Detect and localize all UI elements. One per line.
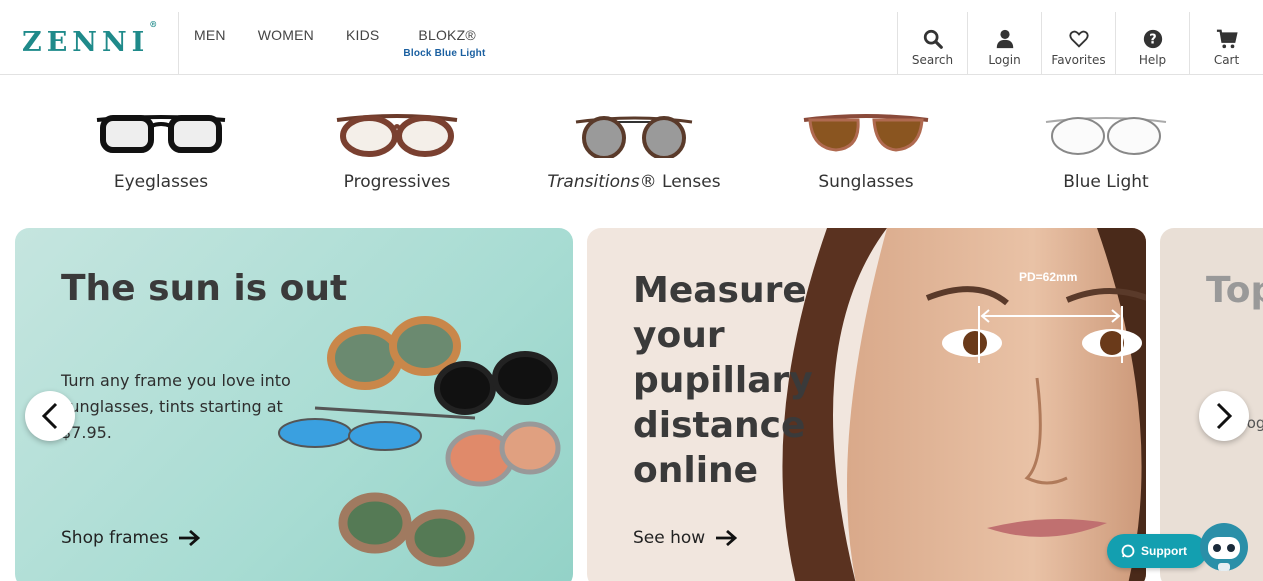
nav-men[interactable]: MEN — [194, 27, 226, 43]
favorites-label: Favorites — [1051, 53, 1106, 67]
cart-label: Cart — [1213, 53, 1240, 67]
help-button[interactable]: ? Help — [1115, 12, 1189, 74]
login-label: Login — [988, 53, 1021, 67]
main-nav: MEN WOMEN KIDS BLOKZ® Block Blue Light — [194, 27, 508, 59]
support-label: Support — [1141, 544, 1187, 558]
slide-sun-text: Turn any frame you love into sunglasses,… — [61, 371, 291, 442]
shop-frames-link[interactable]: Shop frames — [61, 528, 201, 548]
slide-sun-title: The sun is out — [61, 268, 348, 309]
transitions-suffix: Lenses — [656, 172, 721, 192]
progressives-image — [336, 114, 458, 157]
category-transitions[interactable]: Transitions® Lenses — [534, 108, 734, 192]
category-eyeglasses[interactable]: Eyeglasses — [61, 108, 261, 192]
heart-icon — [1068, 30, 1089, 48]
nav-kids[interactable]: KIDS — [346, 27, 379, 43]
logo-text: ZENNI — [22, 27, 150, 58]
category-sunglasses-label: Sunglasses — [818, 172, 914, 192]
slide-progressives-title: Top Pro — [1206, 270, 1263, 311]
cart-button[interactable]: Cart — [1189, 12, 1263, 74]
pd-badge: PD=62mm — [1019, 270, 1078, 284]
promo-carousel: The sun is out Turn any frame you love i… — [0, 228, 1263, 581]
carousel-prev-button[interactable] — [25, 391, 75, 441]
svg-text:?: ? — [1149, 33, 1156, 48]
nav-blokz[interactable]: BLOKZ® Block Blue Light — [403, 27, 485, 59]
category-eyeglasses-label: Eyeglasses — [113, 172, 209, 192]
category-sunglasses[interactable]: Sunglasses — [766, 108, 966, 192]
cart-icon — [1216, 29, 1238, 49]
sunglasses-image — [803, 114, 929, 152]
eyeglasses-image — [96, 115, 226, 153]
favorites-button[interactable]: Favorites — [1041, 12, 1115, 74]
search-button[interactable]: Search — [897, 12, 967, 74]
blue-light-image — [1045, 117, 1167, 155]
category-progressives-label: Progressives — [343, 172, 451, 192]
carousel-next-button[interactable] — [1199, 391, 1249, 441]
support-button[interactable]: Support — [1107, 534, 1207, 568]
see-how-link[interactable]: See how — [633, 528, 738, 548]
chevron-left-icon — [41, 402, 58, 430]
login-button[interactable]: Login — [967, 12, 1041, 74]
logo-divider — [178, 12, 179, 74]
help-icon: ? — [1143, 29, 1162, 49]
site-header: ZENNI® MEN WOMEN KIDS BLOKZ® Block Blue … — [0, 0, 1263, 75]
user-icon — [996, 29, 1013, 49]
nav-women[interactable]: WOMEN — [258, 27, 314, 43]
support-bot-avatar[interactable] — [1196, 519, 1252, 575]
category-blue-light[interactable]: Blue Light — [1006, 108, 1206, 192]
chat-icon — [1121, 544, 1135, 558]
arrow-right-icon — [716, 530, 738, 546]
category-transitions-label: Transitions® Lenses — [547, 172, 720, 192]
slide-sun[interactable]: The sun is out Turn any frame you love i… — [15, 228, 573, 581]
nav-blokz-label: BLOKZ® — [418, 27, 476, 43]
see-how-label: See how — [633, 528, 706, 548]
help-label: Help — [1138, 53, 1167, 67]
transitions-image — [575, 116, 693, 158]
search-icon — [923, 29, 943, 49]
logo-registered-mark: ® — [149, 19, 158, 29]
chevron-right-icon — [1216, 402, 1233, 430]
arrow-right-icon — [179, 530, 201, 546]
category-row: Eyeglasses Progressives Transitions® Len… — [0, 108, 1263, 208]
transitions-brand: Transitions® — [547, 172, 657, 192]
slide-pd[interactable]: PD=62mm Measure your pupillary distance … — [587, 228, 1146, 581]
header-actions: Search Login Favorites ? Help Cart — [897, 12, 1263, 74]
zenni-logo[interactable]: ZENNI® — [22, 19, 157, 58]
category-blue-light-label: Blue Light — [1063, 172, 1149, 192]
nav-blokz-sub: Block Blue Light — [403, 48, 486, 59]
slide-pd-title: Measure your pupillary distance online — [633, 270, 813, 491]
category-progressives[interactable]: Progressives — [297, 108, 497, 192]
search-label: Search — [911, 53, 954, 67]
shop-frames-label: Shop frames — [61, 528, 169, 548]
